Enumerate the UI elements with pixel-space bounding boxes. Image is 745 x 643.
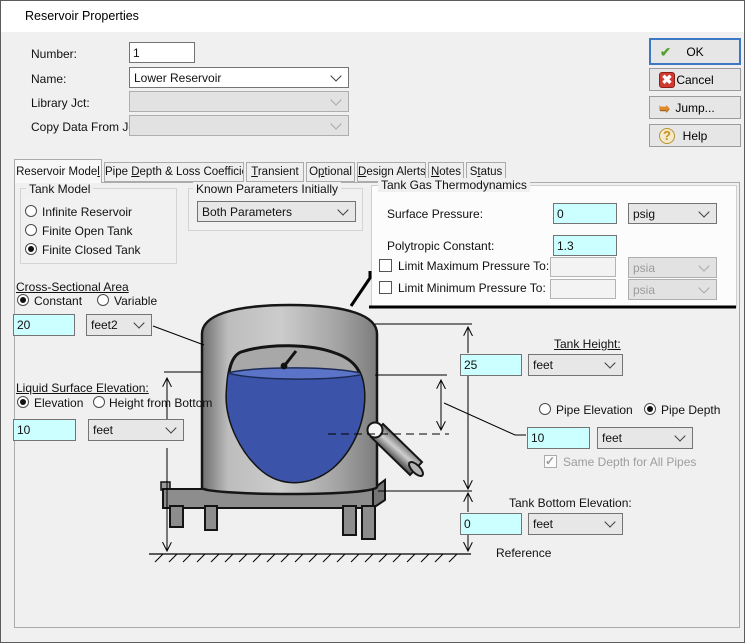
radio-finite-open-tank[interactable] (25, 224, 37, 236)
pipe-depth-label: Pipe Depth (661, 403, 721, 417)
chevron-down-icon (330, 69, 342, 82)
library-jct-combobox (129, 91, 349, 112)
lse-value-input[interactable] (13, 419, 76, 441)
tank-bottom-elevation-label: Tank Bottom Elevation: (509, 496, 632, 510)
red-x-icon: ✖ (659, 71, 675, 88)
csa-constant-label: Constant (34, 294, 83, 308)
csa-unit-combobox[interactable]: feet2 (86, 314, 152, 336)
finite-closed-tank-label: Finite Closed Tank (42, 243, 141, 257)
gold-question-icon: ? (659, 127, 675, 144)
limit-max-pressure-input (550, 257, 616, 277)
reference-label: Reference (496, 546, 552, 560)
same-depth-checkbox (544, 454, 557, 468)
tank-height-unit-combobox[interactable]: feet (528, 354, 623, 376)
cancel-button[interactable]: ✖ Cancel (649, 68, 741, 91)
radio-lse-height-from-bottom[interactable] (93, 396, 105, 408)
chevron-down-icon (698, 281, 710, 294)
radio-csa-variable[interactable] (97, 294, 109, 306)
orange-jump-arrow-icon: ➥ (659, 100, 670, 115)
tab-pipe-depth-loss-coefficients[interactable]: Pipe Depth & Loss Coefficients (104, 162, 244, 182)
surface-pressure-label: Surface Pressure: (387, 207, 484, 221)
surface-pressure-unit-combobox[interactable]: psig (628, 203, 717, 224)
radio-pipe-elevation[interactable] (539, 403, 551, 415)
tank-height-input[interactable] (460, 354, 522, 376)
limit-max-unit-combobox: psia (628, 257, 717, 278)
library-jct-label: Library Jct: (31, 96, 90, 110)
chevron-down-icon (604, 516, 616, 528)
polytropic-constant-input[interactable] (553, 235, 617, 256)
lse-height-from-bottom-label: Height from Bottom (109, 396, 213, 410)
csa-value-input[interactable] (13, 314, 75, 336)
tank-model-title: Tank Model (26, 182, 94, 196)
tank-height-label: Tank Height: (554, 337, 621, 351)
window-title: Reservoir Properties (25, 9, 139, 23)
limit-min-pressure-label: Limit Minimum Pressure To: (398, 281, 546, 295)
chevron-down-icon (330, 93, 342, 106)
known-parameters-title: Known Parameters Initially (193, 182, 342, 196)
radio-csa-constant[interactable] (17, 294, 29, 306)
name-label: Name: (31, 72, 67, 86)
ok-button[interactable]: ✔ OK (649, 38, 741, 65)
green-check-icon: ✔ (660, 44, 671, 59)
tank-bottom-unit-combobox[interactable]: feet (528, 513, 623, 535)
radio-pipe-depth[interactable] (644, 403, 656, 415)
polytropic-constant-label: Polytropic Constant: (387, 239, 495, 253)
chevron-down-icon (674, 430, 686, 442)
limit-min-unit-combobox: psia (628, 279, 717, 300)
tank-bottom-input[interactable] (460, 513, 522, 535)
limit-max-pressure-label: Limit Maximum Pressure To: (398, 259, 550, 273)
tab-reservoir-model[interactable]: Reservoir Model (14, 159, 102, 183)
tab-transient[interactable]: Transient (246, 162, 304, 182)
pipe-depth-input[interactable] (527, 427, 590, 449)
limit-min-pressure-checkbox[interactable] (379, 281, 392, 294)
chevron-down-icon (337, 203, 349, 216)
copy-data-combobox (129, 115, 349, 136)
chevron-down-icon (698, 205, 710, 218)
title-bar: Reservoir Properties (1, 1, 744, 32)
limit-min-pressure-input (550, 279, 616, 299)
radio-lse-elevation[interactable] (17, 396, 29, 408)
chevron-down-icon (698, 259, 710, 272)
known-parameters-combobox[interactable]: Both Parameters (197, 201, 356, 222)
chevron-down-icon (165, 422, 177, 434)
csa-variable-label: Variable (114, 294, 158, 308)
gas-thermodynamics-title: Tank Gas Thermodynamics (378, 178, 530, 192)
jump-button[interactable]: ➥ Jump... (649, 96, 741, 119)
radio-infinite-reservoir[interactable] (25, 205, 37, 217)
chevron-down-icon (330, 117, 342, 130)
pipe-depth-unit-combobox[interactable]: feet (597, 427, 693, 449)
lse-elevation-label: Elevation (34, 396, 84, 410)
name-combobox[interactable]: Lower Reservoir (129, 67, 349, 88)
cross-sectional-area-label: Cross-Sectional Area (16, 280, 129, 294)
reservoir-properties-dialog: Reservoir Properties Number: Name: Lower… (0, 0, 745, 643)
pipe-elevation-label: Pipe Elevation (556, 403, 633, 417)
help-button[interactable]: ? Help (649, 124, 741, 147)
lse-unit-combobox[interactable]: feet (88, 419, 184, 441)
surface-pressure-input[interactable] (553, 203, 617, 224)
tab-optional[interactable]: Optional (306, 162, 355, 182)
infinite-reservoir-label: Infinite Reservoir (42, 205, 133, 219)
same-depth-label: Same Depth for All Pipes (563, 455, 697, 469)
liquid-surface-elevation-label: Liquid Surface Elevation: (16, 381, 149, 395)
number-input[interactable] (129, 42, 195, 63)
limit-max-pressure-checkbox[interactable] (379, 259, 392, 272)
name-value: Lower Reservoir (134, 70, 222, 85)
radio-finite-closed-tank[interactable] (25, 243, 37, 255)
chevron-down-icon (604, 357, 616, 369)
chevron-down-icon (133, 317, 145, 329)
finite-open-tank-label: Finite Open Tank (42, 224, 133, 238)
number-label: Number: (31, 47, 78, 61)
